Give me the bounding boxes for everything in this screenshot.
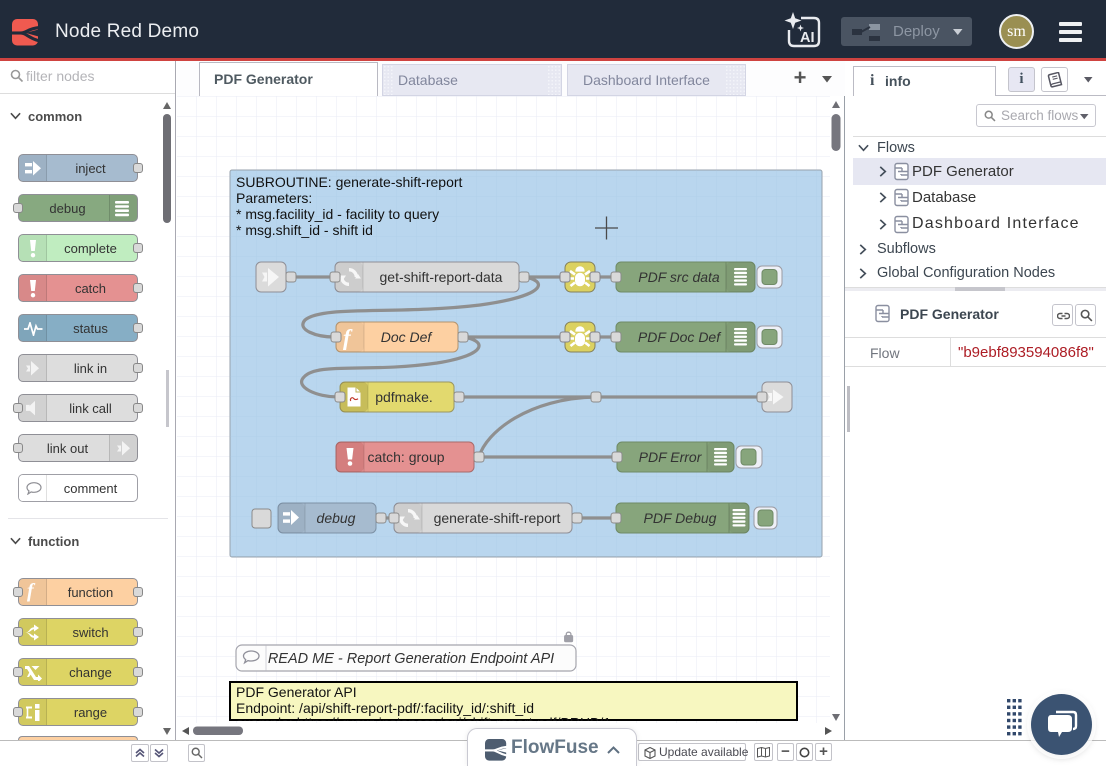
svg-text:* msg.shift_id - shift id: * msg.shift_id - shift id	[236, 222, 373, 238]
svg-text:pdfmake.: pdfmake.	[375, 389, 433, 405]
svg-text:PDF Debug: PDF Debug	[644, 510, 717, 526]
svg-text:SUBROUTINE: generate-shift-rep: SUBROUTINE: generate-shift-report	[236, 174, 463, 190]
svg-text:* msg.facility_id - facility t: * msg.facility_id - facility to query	[236, 206, 439, 222]
svg-text:PDF Doc Def: PDF Doc Def	[638, 329, 722, 345]
svg-text:catch: group: catch: group	[367, 449, 444, 465]
svg-text:Parameters:: Parameters:	[236, 190, 312, 206]
svg-text:PDF Generator API: PDF Generator API	[236, 684, 357, 700]
svg-text:PDF src data: PDF src data	[638, 269, 720, 285]
svg-text:PDF Error: PDF Error	[639, 449, 703, 465]
svg-text:generate-shift-report: generate-shift-report	[434, 510, 561, 526]
svg-text:Doc Def: Doc Def	[381, 329, 434, 345]
svg-text:AI: AI	[800, 30, 815, 46]
svg-text:debug: debug	[317, 510, 356, 526]
svg-text:get-shift-report-data: get-shift-report-data	[380, 269, 503, 285]
svg-text:READ ME - Report Generation En: READ ME - Report Generation Endpoint API	[268, 651, 554, 667]
